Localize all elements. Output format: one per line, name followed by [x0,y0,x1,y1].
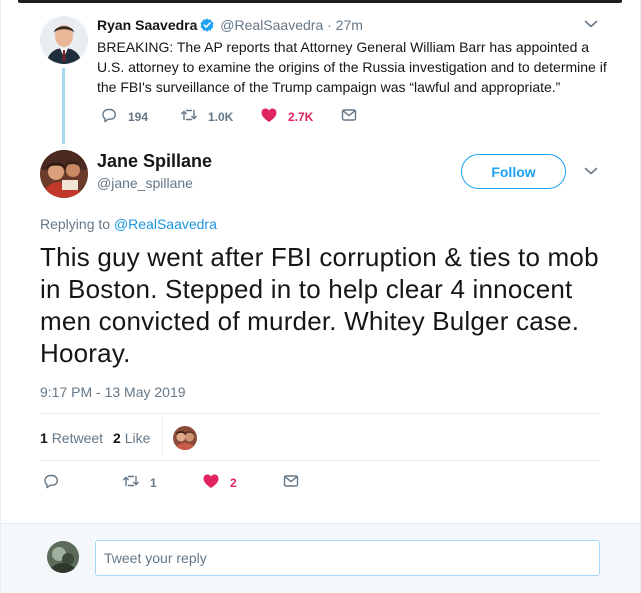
main-retweet-action[interactable]: 1 [122,473,202,493]
parent-like-action[interactable]: 2.7K [260,107,340,127]
parent-tweet-actions: 194 1.0K 2.7K [100,107,358,127]
retweet-icon [180,106,198,129]
divider-top [40,413,600,414]
main-author-name[interactable]: Jane Spillane [97,151,212,172]
reply-icon [42,472,60,495]
heart-icon [260,106,278,129]
retweet-icon [122,472,140,495]
retweets-stat[interactable]: 1 Retweet [40,430,103,446]
parent-retweet-action[interactable]: 1.0K [180,107,260,127]
verified-badge-icon [200,18,214,32]
replying-to-link[interactable]: @RealSaavedra [114,216,217,232]
main-author-avatar[interactable] [40,150,88,198]
likes-stat[interactable]: 2 Like [113,430,150,446]
thread-connector-line [62,68,65,144]
current-user-avatar [47,541,79,573]
parent-tweet-text: BREAKING: The AP reports that Attorney G… [97,39,607,95]
retweets-stat-label: Retweet [51,430,104,446]
liker-avatar[interactable] [173,426,197,450]
chevron-down-icon[interactable] [583,16,599,32]
parent-dm-action[interactable] [340,107,358,127]
main-tweet-text: This guy went after FBI corruption & tie… [40,242,599,368]
replying-to-line: Replying to @RealSaavedra [40,216,217,232]
parent-like-count: 2.7K [288,110,314,124]
envelope-icon [340,106,358,129]
main-dm-action[interactable] [282,473,300,493]
likes-stat-label: Like [124,430,151,446]
parent-tweet-header: Ryan Saavedra @RealSaavedra · 27m [97,16,363,34]
engagement-stats: 1 Retweet 2 Like [40,430,160,446]
parent-author-name[interactable]: Ryan Saavedra [97,17,197,33]
heart-icon [202,472,220,495]
parent-reply-action[interactable]: 194 [100,107,180,127]
main-tweet-actions: 1 2 [42,473,300,493]
follow-button[interactable]: Follow [461,154,566,189]
parent-reply-count: 194 [128,110,149,124]
main-retweet-count: 1 [150,476,157,490]
reply-icon [100,106,118,129]
divider-bottom [40,460,600,461]
envelope-icon [282,472,300,495]
tweet-timestamp[interactable]: 9:17 PM - 13 May 2019 [40,384,186,400]
parent-author-handle[interactable]: @RealSaavedra [220,17,323,33]
replying-to-prefix: Replying to [40,216,111,232]
top-edge-bar [18,0,622,3]
reply-input[interactable] [95,540,600,576]
chevron-down-icon[interactable] [583,163,599,179]
parent-author-avatar[interactable] [40,16,88,64]
main-author-handle[interactable]: @jane_spillane [97,175,193,191]
parent-tweet-time[interactable]: · 27m [327,17,363,33]
parent-retweet-count: 1.0K [208,110,234,124]
stats-separator [162,416,163,456]
main-like-action[interactable]: 2 [202,473,282,493]
retweets-stat-count: 1 [40,430,48,446]
likes-stat-count: 2 [113,430,121,446]
main-like-count: 2 [230,476,237,490]
main-reply-action[interactable] [42,473,122,493]
